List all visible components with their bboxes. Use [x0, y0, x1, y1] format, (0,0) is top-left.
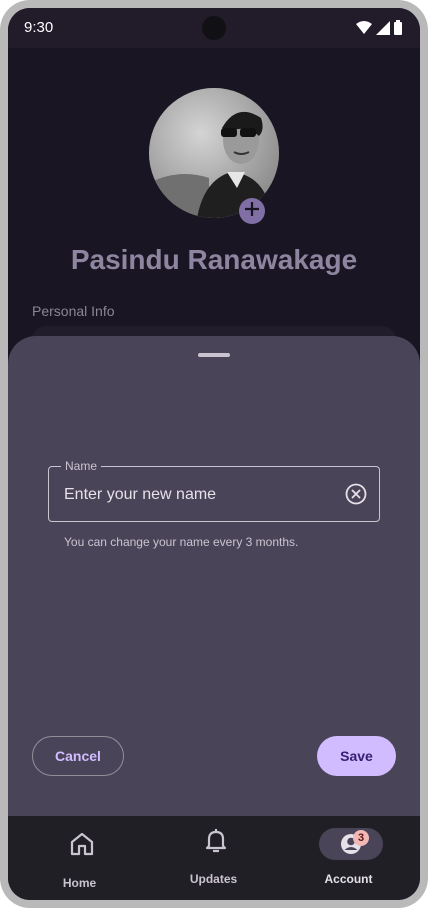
avatar [149, 88, 279, 218]
camera-notch [202, 16, 226, 40]
screen: 9:30 Pasindu Ranawakage Personal Info Na… [8, 8, 420, 900]
home-icon [68, 830, 96, 863]
bottom-sheet: Name You can change your name every 3 mo… [8, 336, 420, 816]
nav-item-account[interactable]: 3 Account [280, 816, 417, 900]
nav-label-home: Home [62, 876, 97, 890]
nav-icon-container-active: 3 [319, 828, 383, 860]
name-input[interactable] [64, 483, 324, 507]
profile-name: Pasindu Ranawakage [70, 244, 358, 275]
device-frame: 9:30 Pasindu Ranawakage Personal Info Na… [0, 0, 428, 908]
avatar-container[interactable] [149, 88, 279, 224]
name-field-label: Name [61, 459, 102, 473]
battery-icon [394, 20, 402, 40]
bell-icon [202, 826, 230, 859]
status-icons [356, 20, 402, 40]
nav-icon-container [184, 826, 248, 858]
nav-label-account: Account [324, 872, 373, 886]
bottom-navigation: Home Updates 3 Account [8, 816, 420, 900]
plus-icon [244, 201, 260, 222]
cancel-button[interactable]: Cancel [32, 736, 124, 776]
status-bar: 9:30 [8, 8, 420, 48]
nav-item-home[interactable]: Home [11, 816, 148, 900]
supporting-text: You can change your name every 3 months. [64, 535, 299, 549]
name-field: Name [48, 459, 380, 522]
clear-circle-icon[interactable] [345, 483, 367, 505]
drag-handle[interactable] [198, 353, 230, 357]
nav-label-updates: Updates [189, 872, 238, 886]
signal-icon [376, 20, 390, 40]
wifi-icon [356, 20, 372, 40]
nav-item-updates[interactable]: Updates [145, 816, 282, 900]
section-label-personal-info: Personal Info [32, 303, 115, 319]
nav-icon-container [50, 830, 114, 862]
avatar-add-button[interactable] [239, 198, 265, 224]
status-time: 9:30 [24, 19, 54, 36]
notification-badge: 3 [353, 830, 369, 846]
save-button[interactable]: Save [317, 736, 396, 776]
